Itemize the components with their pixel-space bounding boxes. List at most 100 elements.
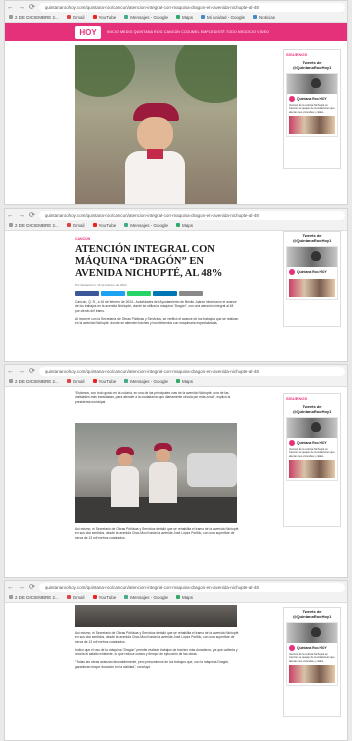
reload-icon[interactable]: ⟳ [29, 367, 35, 376]
bookmark-item[interactable]: Gmail [66, 595, 85, 600]
twitter-heading[interactable]: Tweets de @QuintanaRooHoy1 [284, 59, 340, 71]
twitter-widget: SÍGUENOS Tweets de @QuintanaRooHoy1 Quin… [283, 49, 341, 169]
article-body: Así mismo, el Secretario de Obras Públic… [75, 631, 239, 669]
screenshot-panel-3: ← → ⟳ quintanaroohoy.com/quintana-roo/ca… [4, 364, 348, 578]
avatar[interactable] [289, 645, 295, 651]
forward-icon[interactable]: → [18, 583, 25, 592]
bookmark-item[interactable]: YouTube [92, 223, 116, 228]
bookmark-item[interactable]: 2 DE DICIEMBRE 2... [9, 15, 59, 20]
screenshot-panel-4: ← → ⟳ quintanaroohoy.com/quintana-roo/ca… [4, 580, 348, 741]
tweet-image[interactable] [289, 459, 335, 478]
address-bar[interactable]: quintanaroohoy.com/quintana-roo/cancun/a… [38, 211, 345, 220]
address-bar[interactable]: quintanaroohoy.com/quintana-roo/cancun/a… [38, 367, 345, 376]
article-body: “Estamos, con todo gusto en la colonia, … [75, 391, 239, 404]
reload-icon[interactable]: ⟳ [29, 3, 35, 12]
browser-chrome: ← → ⟳ quintanaroohoy.com/quintana-roo/ca… [5, 365, 347, 387]
article-photo [75, 423, 237, 523]
bookmark-item[interactable]: 2 DE DICIEMBRE 2... [9, 223, 59, 228]
reload-icon[interactable]: ⟳ [29, 583, 35, 592]
bookmark-item[interactable]: Gmail [66, 15, 85, 20]
twitter-widget: SÍGUENOS Tweets de @QuintanaRooHoy1 Quin… [283, 393, 341, 527]
account-name[interactable]: Quintana Roo HOY [297, 270, 327, 274]
tweet-image[interactable] [289, 279, 335, 297]
tweet-text: Vecinos de la colonia Nichupté en Cancún… [289, 104, 335, 114]
tweet-card[interactable]: Quintana Roo HOY Vecinos de la colonia N… [286, 622, 338, 686]
account-name[interactable]: Quintana Roo HOY [297, 441, 327, 445]
tweet-card[interactable]: Quintana Roo HOY Vecinos de la colonia N… [286, 417, 338, 481]
account-name[interactable]: Quintana Roo HOY [297, 97, 327, 101]
tweet-image[interactable] [289, 664, 335, 683]
heart-icon [311, 251, 321, 261]
bookmark-item[interactable]: Mensajes - Google [124, 379, 168, 384]
article-photo [75, 605, 237, 627]
browser-chrome: ← → ⟳ quintanaroohoy.com/quintana-roo/ca… [5, 209, 347, 231]
back-icon[interactable]: ← [7, 3, 14, 12]
screenshot-panel-1: ← → ⟳ quintanaroohoy.com/quintana-roo/ca… [4, 0, 348, 205]
article-body: Así mismo, el Secretario de Obras Públic… [75, 527, 239, 540]
site-logo[interactable]: HOY [75, 25, 101, 39]
account-name[interactable]: Quintana Roo HOY [297, 646, 327, 650]
twitter-heading[interactable]: Tweets de @QuintanaRooHoy1 [284, 232, 340, 244]
article-category[interactable]: CANCÚN [75, 237, 239, 241]
linkedin-share-button[interactable] [153, 291, 177, 296]
bookmark-item[interactable]: Noticias [253, 15, 275, 20]
tweet-card[interactable]: Quintana Roo HOY Vecinos de la colonia N… [286, 73, 338, 137]
heart-icon [311, 627, 321, 637]
tweet-text: Vecinos de la colonia Nichupté en Cancún… [289, 653, 335, 663]
article-header: CANCÚN ATENCIÓN INTEGRAL CON MÁQUINA “DR… [75, 237, 239, 325]
whatsapp-share-button[interactable] [127, 291, 151, 296]
main-menu[interactable]: INICIO MEDIO QUINTANA ROO CANCÚN COZUMEL… [107, 30, 269, 34]
tweet-image[interactable] [289, 115, 335, 134]
share-bar [75, 291, 239, 296]
back-icon[interactable]: ← [7, 211, 14, 220]
bookmarks-bar: 2 DE DICIEMBRE 2... Gmail YouTube Mensaj… [9, 377, 343, 385]
bookmark-item[interactable]: Maps [176, 15, 193, 20]
bookmark-item[interactable]: YouTube [92, 15, 116, 20]
bookmark-item[interactable]: 2 DE DICIEMBRE 2... [9, 379, 59, 384]
bookmark-item[interactable]: Maps [176, 223, 193, 228]
email-share-button[interactable] [179, 291, 203, 296]
address-bar[interactable]: quintanaroohoy.com/quintana-roo/cancun/a… [38, 583, 345, 592]
forward-icon[interactable]: → [18, 367, 25, 376]
site-header: HOY INICIO MEDIO QUINTANA ROO CANCÚN COZ… [5, 23, 347, 41]
bookmark-item[interactable]: Mi unidad - Google [201, 15, 245, 20]
bookmark-item[interactable]: Mensajes - Google [124, 223, 168, 228]
avatar[interactable] [289, 440, 295, 446]
screenshot-panel-2: ← → ⟳ quintanaroohoy.com/quintana-roo/ca… [4, 208, 348, 362]
twitter-widget: Tweets de @QuintanaRooHoy1 Quintana Roo … [283, 231, 341, 327]
article-paragraph: Así mismo, el Secretario de Obras Públic… [75, 631, 239, 644]
tweet-card[interactable]: Quintana Roo HOY [286, 246, 338, 300]
article-paragraph: Al recorrer con la Secretaría de Obras P… [75, 316, 239, 326]
article-paragraph: Así mismo, el Secretario de Obras Públic… [75, 527, 239, 540]
twitter-share-button[interactable] [101, 291, 125, 296]
back-icon[interactable]: ← [7, 367, 14, 376]
forward-icon[interactable]: → [18, 3, 25, 12]
avatar[interactable] [289, 96, 295, 102]
twitter-widget: Tweets de @QuintanaRooHoy1 Quintana Roo … [283, 607, 341, 717]
back-icon[interactable]: ← [7, 583, 14, 592]
heart-icon [311, 78, 321, 88]
bookmarks-bar: 2 DE DICIEMBRE 2... Gmail YouTube Mensaj… [9, 13, 343, 21]
avatar[interactable] [289, 269, 295, 275]
twitter-heading[interactable]: Tweets de @QuintanaRooHoy1 [284, 608, 340, 620]
bookmarks-bar: 2 DE DICIEMBRE 2... Gmail YouTube Mensaj… [9, 593, 343, 601]
browser-chrome: ← → ⟳ quintanaroohoy.com/quintana-roo/ca… [5, 1, 347, 23]
reload-icon[interactable]: ⟳ [29, 211, 35, 220]
bookmark-item[interactable]: Gmail [66, 379, 85, 384]
bookmark-item[interactable]: YouTube [92, 379, 116, 384]
forward-icon[interactable]: → [18, 211, 25, 220]
article-hero-photo [75, 45, 237, 204]
article-headline: ATENCIÓN INTEGRAL CON MÁQUINA “DRAGÓN” E… [75, 244, 223, 279]
bookmark-item[interactable]: Mensajes - Google [124, 595, 168, 600]
twitter-heading[interactable]: Tweets de @QuintanaRooHoy1 [284, 403, 340, 415]
bookmark-item[interactable]: Gmail [66, 223, 85, 228]
bookmark-item[interactable]: Maps [176, 595, 193, 600]
address-bar[interactable]: quintanaroohoy.com/quintana-roo/cancun/a… [38, 3, 345, 12]
bookmark-item[interactable]: YouTube [92, 595, 116, 600]
heart-icon [311, 422, 321, 432]
facebook-share-button[interactable] [75, 291, 99, 296]
article-paragraph: “Todas las obras avanzan favorablemente,… [75, 660, 230, 669]
bookmark-item[interactable]: Maps [176, 379, 193, 384]
bookmark-item[interactable]: 2 DE DICIEMBRE 2... [9, 595, 59, 600]
bookmark-item[interactable]: Mensajes - Google [124, 15, 168, 20]
